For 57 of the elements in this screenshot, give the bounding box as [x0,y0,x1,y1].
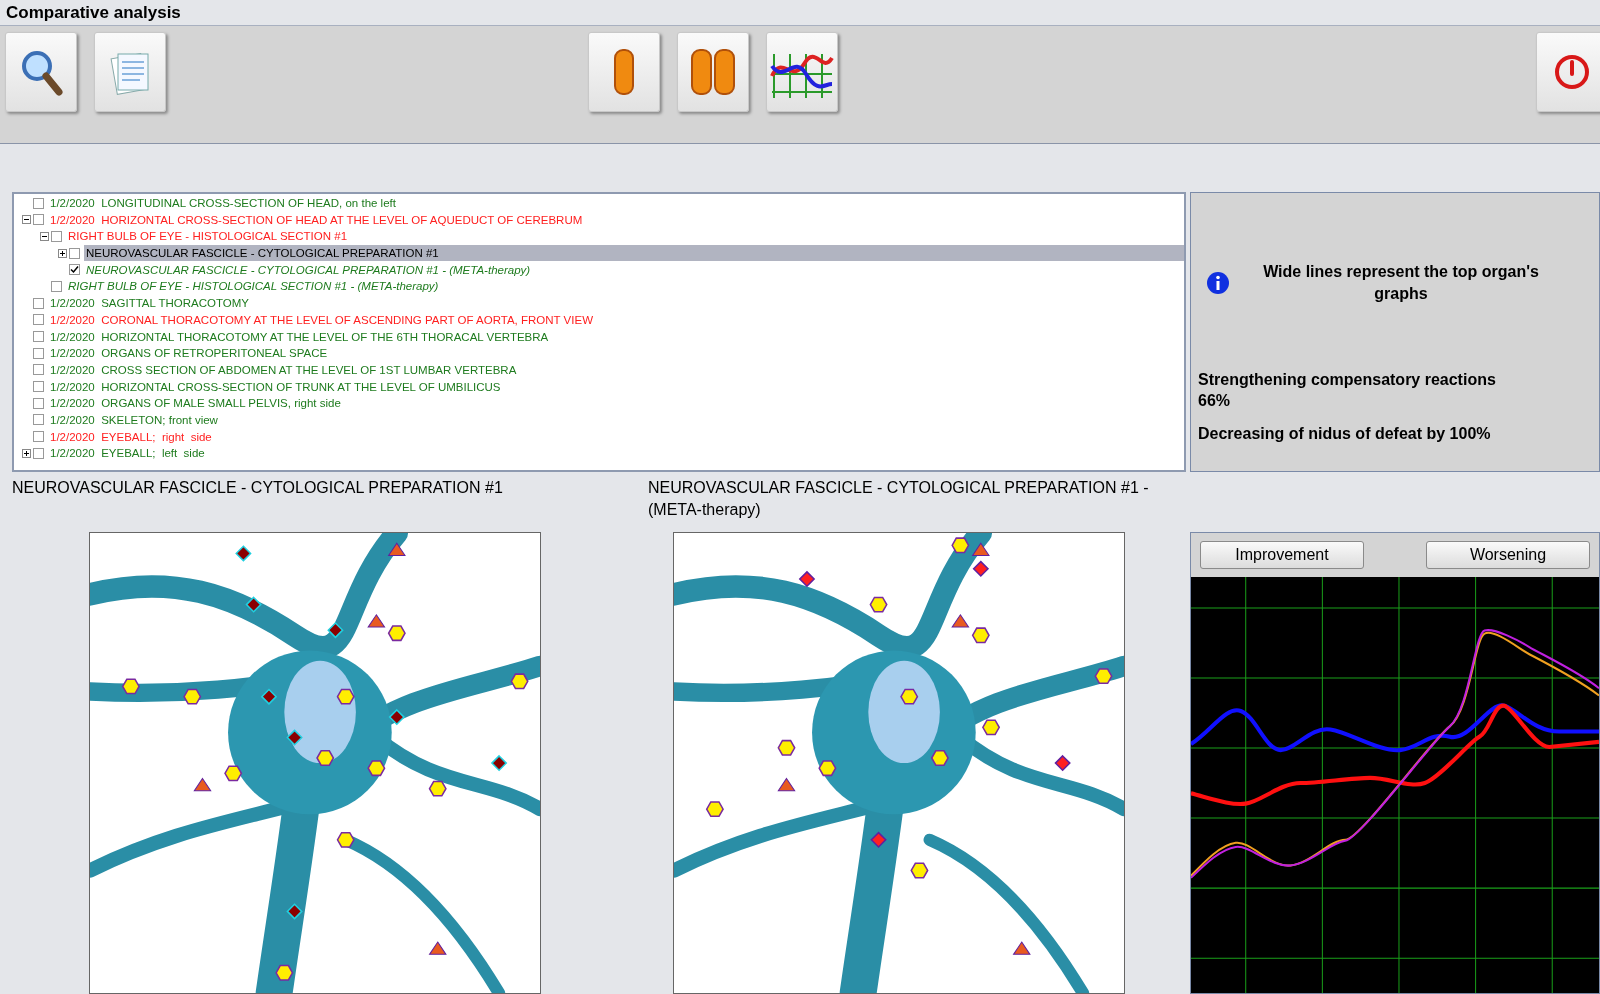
expand-toggle[interactable] [40,231,49,241]
result-text: Strengthening compensatory reactions 66% [1198,369,1497,411]
checkbox[interactable] [33,364,44,376]
tree-item[interactable]: 1/2/2020 HORIZONTAL CROSS-SECTION OF TRUNK AT THE LEVEL OF UMBILICUS [48,378,503,395]
plus-icon [23,449,30,457]
info-icon [1206,270,1230,295]
tree-item[interactable]: 1/2/2020 SAGITTAL THORACOTOMY [48,295,251,312]
tree-item[interactable]: 1/2/2020 HORIZONTAL CROSS-SECTION OF HEAD AT THE LEVEL OF AQUEDUCT OF CEREBRUM [48,211,585,228]
tree-item[interactable]: 1/2/2020 HORIZONTAL THORACOTOMY AT THE LEVEL OF THE 6TH THORACAL VERTEBRA [48,328,551,345]
expand-toggle[interactable] [22,215,31,225]
tree-item[interactable]: 1/2/2020 CROSS SECTION OF ABDOMEN AT THE LEVEL OF 1ST LUMBAR VERTEBRA [48,361,519,378]
tree-item[interactable]: 1/2/2020 ORGANS OF MALE SMALL PELVIS, right side [48,395,343,412]
power-icon [1552,52,1592,92]
checkbox[interactable] [51,230,62,242]
expand-toggle[interactable] [58,248,67,258]
expand-toggle[interactable] [22,448,31,458]
checkbox[interactable] [33,397,44,409]
tree-item[interactable]: NEUROVASCULAR FASCICLE - CYTOLOGICAL PREPARATION #1 [84,245,1184,262]
checkbox[interactable] [33,297,44,309]
tree-item[interactable]: 1/2/2020 EYEBALL; right side [48,428,214,445]
search-icon [19,48,63,96]
tree-item[interactable]: NEUROVASCULAR FASCICLE - CYTOLOGICAL PREPARATION #1 - (META-therapy) [84,261,533,278]
pill-icon [613,48,635,96]
window-title: Comparative analysis [6,1,181,24]
checkbox[interactable] [33,314,44,326]
checkbox[interactable] [69,264,80,276]
tree-item[interactable]: RIGHT BULB OF EYE - HISTOLOGICAL SECTION #1 [66,228,350,245]
info-note: Wide lines represent the top organ's graphs [1262,261,1540,304]
checkbox[interactable] [33,347,44,359]
checkbox[interactable] [33,197,44,209]
checkbox[interactable] [51,280,62,292]
image-caption: NEUROVASCULAR FASCICLE - CYTOLOGICAL PREPARATION #1 [12,477,504,498]
checkbox[interactable] [33,414,44,426]
tree-item[interactable]: 1/2/2020 ORGANS OF RETROPERITONEAL SPACE [48,345,330,362]
image-caption: NEUROVASCULAR FASCICLE - CYTOLOGICAL PREPARATION #1 - (META-therapy) [648,477,1150,520]
tree-item[interactable]: 1/2/2020 CORONAL THORACOTOMY AT THE LEVEL OF ASCENDING PART OF AORTA, FRONT VIEW [48,311,595,328]
checkbox[interactable] [33,381,44,393]
tree-item[interactable]: 1/2/2020 EYEBALL; left side [48,445,207,462]
checkbox[interactable] [33,447,44,459]
power-button[interactable] [1536,32,1600,112]
checkbox[interactable] [33,431,44,443]
pills-icon [690,48,736,96]
checkbox[interactable] [33,214,44,226]
single-view-button[interactable] [588,32,660,112]
tree-item[interactable]: RIGHT BULB OF EYE - HISTOLOGICAL SECTION #1 - (META-therapy) [66,278,441,295]
plus-icon [59,249,66,257]
chart-toggle-button[interactable]: Worsening [1426,540,1590,569]
tree-item[interactable]: 1/2/2020 SKELETON; front view [48,411,220,428]
search-button[interactable] [5,32,77,112]
double-view-button[interactable] [677,32,749,112]
chart-toggle-button[interactable]: Improvement [1200,540,1364,569]
result-text: Decreasing of nidus of defeat by 100% [1198,423,1492,444]
checkbox[interactable] [69,247,80,259]
checkbox[interactable] [33,331,44,342]
notes-button[interactable] [94,32,166,112]
tree-item[interactable]: 1/2/2020 LONGITUDINAL CROSS-SECTION OF HEAD, on the left [48,195,398,211]
graph-button[interactable] [766,32,838,112]
